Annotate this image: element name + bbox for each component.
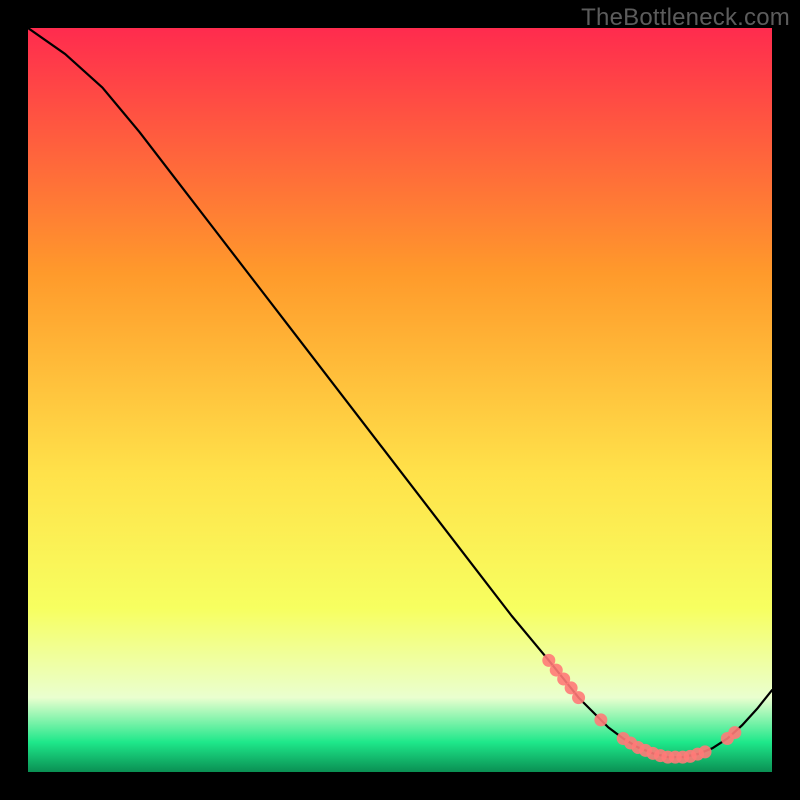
plot-area bbox=[28, 28, 772, 772]
marker-point bbox=[572, 691, 585, 704]
marker-point bbox=[728, 726, 741, 739]
marker-point bbox=[699, 745, 712, 758]
gradient-background bbox=[28, 28, 772, 772]
chart-frame: TheBottleneck.com bbox=[0, 0, 800, 800]
bottleneck-chart bbox=[28, 28, 772, 772]
marker-point bbox=[594, 713, 607, 726]
